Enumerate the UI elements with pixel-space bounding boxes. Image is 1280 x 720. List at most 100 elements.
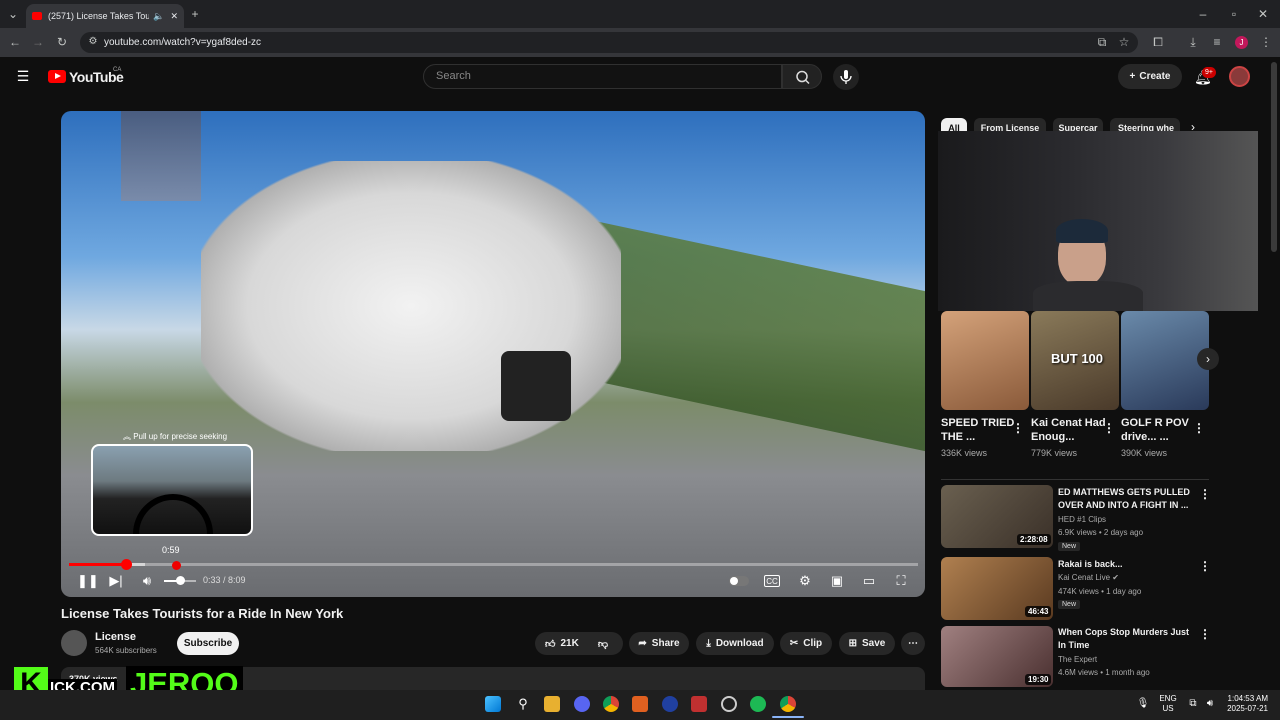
windows-start-icon[interactable] [485, 696, 501, 712]
volume-icon[interactable]: 🔊︎ [138, 573, 156, 589]
video-duration: 46:43 [1025, 606, 1052, 617]
recommended-title[interactable]: ED MATTHEWS GETS PULLED OVER AND INTO A … [1058, 486, 1193, 512]
like-button[interactable]: 👍︎ 21K [545, 638, 579, 650]
captions-button[interactable]: CC [764, 575, 780, 587]
site-info-icon[interactable]: ⚙ [86, 35, 100, 49]
scrubber-handle[interactable] [120, 559, 132, 570]
tab-audio-icon[interactable]: 🔈 [153, 11, 164, 22]
address-bar[interactable]: ⚙ youtube.com/watch?v=ygaf8ded-zc [80, 32, 1138, 53]
clock-date: 2025-07-21 [1227, 704, 1268, 713]
search-input[interactable]: Search [423, 64, 782, 89]
recommended-channel[interactable]: The Expert [1058, 655, 1097, 664]
share-button[interactable]: ➦ Share [629, 632, 689, 655]
create-button[interactable]: + Create [1118, 64, 1182, 89]
window-close-icon[interactable]: ✕ [1256, 7, 1270, 21]
short-more-icon[interactable]: ⋮ [1012, 421, 1024, 435]
network-icon[interactable]: ⧉ [1186, 697, 1200, 711]
recommended-channel[interactable]: HED #1 Clips [1058, 515, 1106, 524]
forward-icon[interactable]: → [31, 35, 45, 49]
voice-search-button[interactable] [833, 64, 859, 90]
fullscreen-icon[interactable]: ⛶ [892, 573, 910, 589]
clip-label: Clip [803, 638, 823, 649]
reading-list-icon[interactable]: ≡ [1210, 35, 1224, 49]
app-icon-orange[interactable] [632, 696, 648, 712]
browser-menu-icon[interactable]: ⋮ [1259, 35, 1273, 49]
autoplay-toggle[interactable] [729, 576, 749, 586]
cast-icon[interactable]: ⧉ [1095, 35, 1109, 49]
search-button[interactable] [782, 64, 822, 89]
channel-avatar[interactable] [61, 630, 87, 656]
short-more-icon[interactable]: ⋮ [1193, 421, 1205, 435]
tab-close-icon[interactable]: ✕ [170, 11, 178, 22]
pause-button[interactable]: ❚❚ [77, 573, 99, 589]
chrome-active-icon[interactable] [780, 696, 796, 712]
short-thumbnail[interactable] [941, 311, 1029, 410]
back-icon[interactable]: ← [8, 35, 22, 49]
short-title[interactable]: GOLF R POV drive... ... [1121, 416, 1196, 444]
car-grille [501, 351, 571, 421]
theater-mode-icon[interactable]: ▭ [860, 573, 878, 589]
progress-bar[interactable] [69, 563, 918, 566]
recommended-channel[interactable]: Kai Cenat Live ✔ [1058, 573, 1119, 582]
minimize-icon[interactable]: – [1196, 7, 1210, 21]
short-thumbnail[interactable]: BUT 100 [1031, 311, 1119, 410]
more-actions-button[interactable]: ⋯ [901, 632, 925, 655]
dislike-button[interactable]: 👎︎ [598, 638, 608, 650]
settings-gear-icon[interactable]: ⚙ [796, 573, 814, 589]
subscriber-count: 564K subscribers [95, 646, 157, 655]
clip-button[interactable]: ✂ Clip [780, 632, 832, 655]
volume-knob[interactable] [176, 576, 185, 585]
youtube-logo-icon[interactable] [48, 70, 66, 83]
bookmark-star-icon[interactable]: ☆ [1117, 35, 1131, 49]
skyline-building [121, 111, 201, 201]
steering-wheel-icon [133, 494, 213, 534]
channel-name[interactable]: License [95, 631, 136, 643]
profile-avatar[interactable]: J [1235, 36, 1248, 49]
file-explorer-icon[interactable] [544, 696, 560, 712]
download-button[interactable]: ⤓ Download [696, 632, 774, 655]
browser-tab[interactable]: (2571) License Takes Tourist 🔈 ✕ [26, 4, 184, 28]
recommended-title[interactable]: Rakai is back... [1058, 558, 1193, 571]
short-thumbnail[interactable] [1121, 311, 1209, 410]
downloads-icon[interactable]: ⤓ [1186, 35, 1200, 49]
shorts-divider [941, 479, 1209, 480]
app-icon-red[interactable] [691, 696, 707, 712]
recommended-more-icon[interactable]: ⋮ [1199, 559, 1211, 573]
chrome-icon[interactable] [603, 696, 619, 712]
url-text: youtube.com/watch?v=ygaf8ded-zc [104, 37, 262, 48]
spotify-icon[interactable] [750, 696, 766, 712]
short-title[interactable]: Kai Cenat Had Enoug... [1031, 416, 1106, 444]
recommended-more-icon[interactable]: ⋮ [1199, 487, 1211, 501]
subscribe-button[interactable]: Subscribe [177, 632, 239, 655]
page-scrollbar[interactable] [1271, 62, 1277, 252]
taskbar-search-icon[interactable]: ⚲ [515, 696, 531, 712]
thumbs-down-icon: 👎︎ [597, 638, 608, 650]
new-tab-icon[interactable]: + [188, 7, 202, 21]
shorts-next-button[interactable]: › [1197, 348, 1219, 370]
next-button[interactable]: ▶| [107, 573, 125, 589]
tab-list-icon[interactable]: ⌄ [6, 7, 20, 21]
recommended-more-icon[interactable]: ⋮ [1199, 627, 1211, 641]
youtube-favicon-icon [32, 12, 42, 20]
obs-icon[interactable] [721, 696, 737, 712]
share-label: Share [651, 638, 680, 649]
short-title[interactable]: SPEED TRIED THE ... [941, 416, 1016, 444]
short-more-icon[interactable]: ⋮ [1103, 421, 1115, 435]
extensions-icon[interactable]: ⧠ [1151, 35, 1165, 49]
hamburger-menu-icon[interactable]: ☰ [16, 69, 30, 83]
reload-icon[interactable]: ↻ [55, 35, 69, 49]
app-icon-blue[interactable] [662, 696, 678, 712]
save-button[interactable]: ⊞ Save [839, 632, 895, 655]
clock[interactable]: 1:04:53 AM 2025-07-21 [1222, 694, 1268, 714]
mic-tray-icon[interactable]: 🎙︎ [1136, 697, 1150, 711]
user-avatar[interactable] [1229, 66, 1250, 87]
speaker-tray-icon[interactable]: 🔊︎ [1203, 697, 1217, 711]
progress-played [69, 563, 126, 566]
discord-icon[interactable] [574, 696, 590, 712]
video-duration: 2:28:08 [1017, 534, 1051, 545]
maximize-icon[interactable]: ▫ [1227, 7, 1241, 21]
download-label: Download [715, 638, 764, 649]
miniplayer-icon[interactable]: ▣ [828, 573, 846, 589]
recommended-title[interactable]: When Cops Stop Murders Just In Time [1058, 626, 1193, 652]
language-indicator[interactable]: ENG US [1158, 694, 1178, 714]
